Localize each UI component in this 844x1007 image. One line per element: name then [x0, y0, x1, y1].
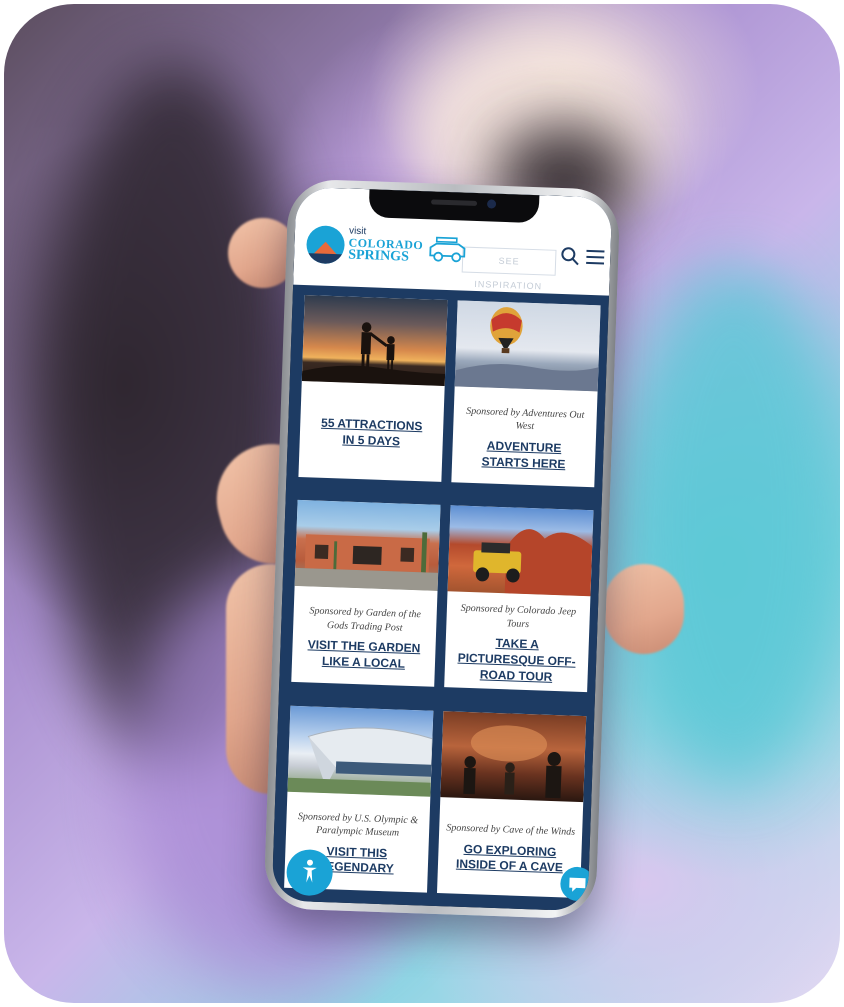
see-inspiration-button[interactable]: SEE INSPIRATION — [461, 246, 557, 291]
card-title-line: IN 5 DAYS — [342, 432, 401, 449]
card-body: Sponsored by Garden of the Gods Trading … — [291, 586, 437, 687]
sponsor-text: Sponsored by Adventures Out West — [466, 405, 585, 433]
search-icon[interactable] — [560, 246, 581, 267]
sponsor-text: Sponsored by Colorado Jeep Tours — [460, 603, 577, 631]
card-body: Sponsored by Adventures Out West ADVENTU… — [451, 386, 597, 487]
sponsor-text: Sponsored by Cave of the Winds — [446, 822, 576, 839]
card-adventure-starts-here[interactable]: Sponsored by Adventures Out West ADVENTU… — [451, 300, 601, 488]
finger — [604, 564, 684, 654]
card-title[interactable]: GO EXPLORING INSIDE OF A CAVE — [444, 841, 576, 877]
card-title[interactable]: 55 ATTRACTIONS IN 5 DAYS — [305, 416, 437, 452]
front-camera — [486, 199, 497, 209]
card-body: 55 ATTRACTIONS IN 5 DAYS — [298, 381, 444, 482]
card-title-line: ADVENTURE — [486, 438, 562, 456]
card-image-museum — [287, 705, 434, 797]
card-image-sunset-hikers — [301, 295, 448, 386]
phone-notch — [368, 189, 540, 224]
card-title-line: 55 ATTRACTIONS — [320, 416, 423, 434]
accessibility-icon — [302, 859, 317, 883]
phone-screen: visit COLORADO SPRINGS SEE INSPIRATION 5… — [271, 186, 613, 912]
card-body: Sponsored by Colorado Jeep Tours TAKE A … — [444, 592, 590, 693]
card-title[interactable]: TAKE A PICTURESQUE OFF-ROAD TOUR — [450, 635, 583, 686]
blurred-jacket-teal — [624, 264, 840, 784]
sponsor-text: Sponsored by Garden of the Gods Trading … — [309, 605, 422, 634]
smartphone: visit COLORADO SPRINGS SEE INSPIRATION 5… — [263, 178, 621, 920]
card-image-cave — [440, 710, 587, 802]
card-title-line: LIKE A LOCAL — [321, 653, 406, 671]
card-visit-the-garden[interactable]: Sponsored by Garden of the Gods Trading … — [291, 500, 441, 688]
card-title[interactable]: VISIT THE GARDEN LIKE A LOCAL — [298, 637, 430, 673]
card-image-trading-post — [294, 500, 441, 592]
card-grid: 55 ATTRACTIONS IN 5 DAYS Sponsored by Ad… — [284, 295, 601, 911]
logo-icon[interactable] — [305, 225, 346, 265]
menu-icon[interactable] — [586, 249, 605, 266]
sponsor-text: Sponsored by U.S. Olympic & Paralympic M… — [297, 810, 419, 839]
jeep-icon[interactable] — [426, 235, 469, 264]
card-title-line: GO EXPLORING — [463, 841, 557, 859]
card-55-attractions[interactable]: 55 ATTRACTIONS IN 5 DAYS — [298, 295, 448, 482]
card-image-hot-air-balloon — [454, 300, 601, 392]
card-title-line: INSIDE OF A CAVE — [455, 857, 564, 875]
site-logo[interactable]: visit COLORADO SPRINGS — [348, 226, 424, 266]
card-off-road-tour[interactable]: Sponsored by Colorado Jeep Tours TAKE A … — [444, 505, 594, 693]
card-title[interactable]: ADVENTURE STARTS HERE — [458, 437, 590, 473]
speaker — [431, 199, 478, 207]
card-title-line: TAKE A — [495, 636, 540, 652]
card-title-line: STARTS HERE — [481, 453, 566, 471]
card-title-line: VISIT THIS — [326, 843, 388, 860]
card-image-jeep — [447, 505, 594, 597]
card-title-line: PICTURESQUE OFF-ROAD TOUR — [457, 650, 576, 684]
